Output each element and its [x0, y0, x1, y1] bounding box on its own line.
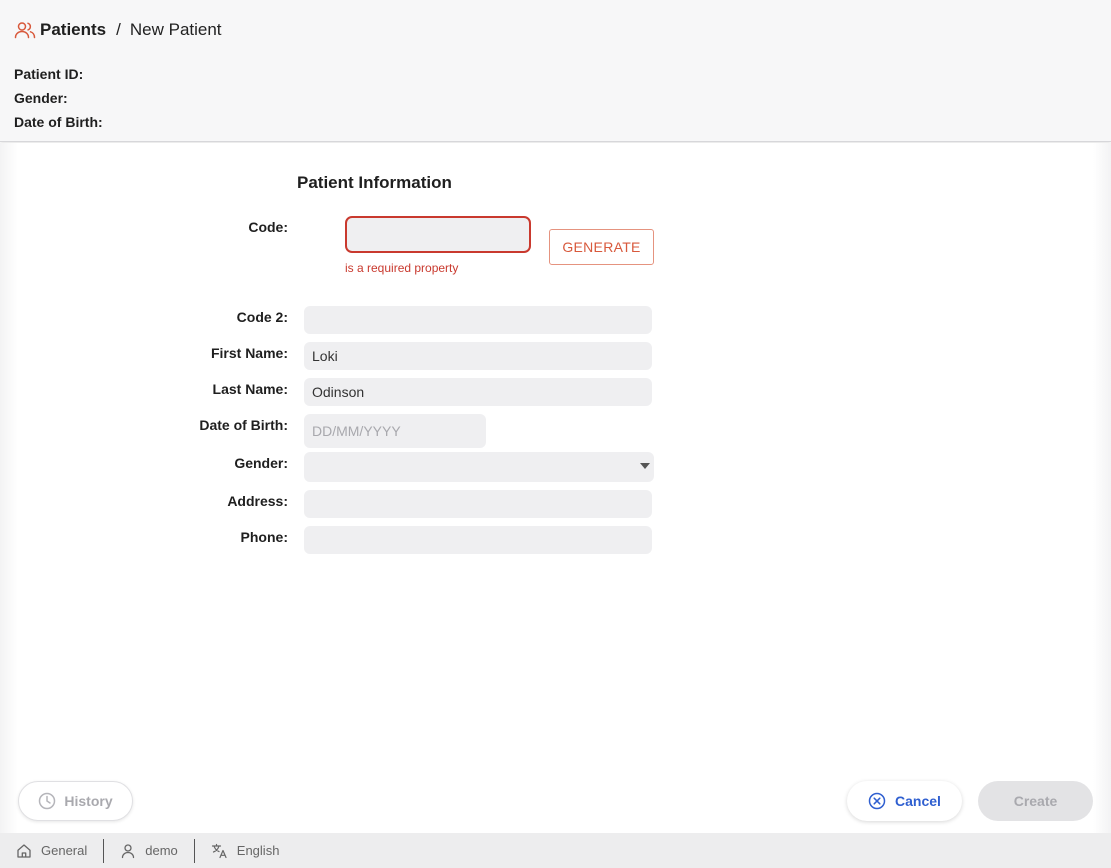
cancel-button[interactable]: Cancel: [847, 781, 962, 821]
cancel-button-label: Cancel: [895, 793, 941, 809]
code-label: Code:: [248, 219, 288, 235]
create-button[interactable]: Create: [978, 781, 1093, 821]
clock-icon: [38, 792, 56, 810]
address-input[interactable]: [304, 490, 652, 518]
generate-button[interactable]: GENERATE: [549, 229, 654, 265]
user-icon: [120, 843, 136, 859]
code-input[interactable]: [345, 216, 531, 253]
gender-summary-label: Gender:: [14, 90, 68, 106]
breadcrumb-separator: /: [116, 20, 121, 39]
last-name-label: Last Name:: [212, 381, 288, 397]
language-label: English: [236, 843, 280, 858]
workspace-label: General: [41, 843, 88, 858]
first-name-input[interactable]: Loki: [304, 342, 652, 370]
status-bar: General demo English: [0, 833, 1111, 868]
users-icon: [14, 19, 36, 41]
main-content: Patient Information Code: is a required …: [0, 143, 1111, 833]
status-user[interactable]: demo: [104, 833, 194, 868]
breadcrumb-patients-link[interactable]: Patients: [40, 20, 106, 40]
close-circle-icon: [868, 792, 886, 810]
gender-label: Gender:: [234, 455, 288, 471]
phone-input[interactable]: [304, 526, 652, 554]
history-button[interactable]: History: [18, 781, 133, 821]
page-header: Patients / New Patient Patient ID: Gende…: [0, 0, 1111, 142]
code2-input[interactable]: [304, 306, 652, 334]
address-label: Address:: [227, 493, 288, 509]
breadcrumb-current: New Patient: [129, 20, 222, 39]
phone-label: Phone:: [240, 529, 288, 545]
history-button-label: History: [64, 793, 113, 809]
first-name-label: First Name:: [210, 345, 288, 361]
dob-input[interactable]: DD/MM/YYYY: [304, 414, 486, 448]
status-workspace[interactable]: General: [0, 833, 103, 868]
status-language[interactable]: English: [195, 833, 296, 868]
patient-summary: Patient ID: Gender: Date of Birth:: [14, 66, 103, 138]
translate-icon: [211, 843, 228, 859]
last-name-input[interactable]: Odinson: [304, 378, 652, 406]
home-icon: [16, 843, 32, 859]
section-title: Patient Information: [297, 173, 452, 192]
breadcrumb: Patients / New Patient: [14, 19, 222, 41]
patient-id-label: Patient ID:: [14, 66, 84, 82]
user-label: demo: [145, 843, 178, 858]
dob-summary-label: Date of Birth:: [14, 114, 103, 130]
dob-label: Date of Birth:: [199, 417, 288, 433]
gender-select[interactable]: [304, 452, 654, 482]
code2-label: Code 2:: [236, 309, 288, 325]
code-error-message: is a required property: [345, 261, 459, 275]
chevron-down-icon: [640, 463, 650, 469]
